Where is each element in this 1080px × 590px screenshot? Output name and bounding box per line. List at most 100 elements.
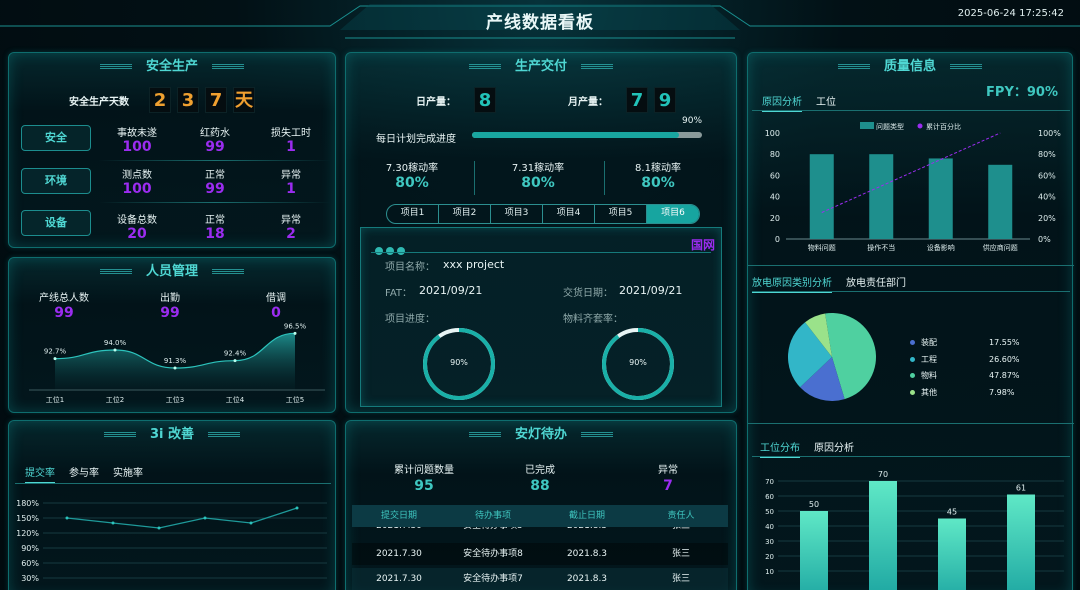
project-card: 国网 项目名称： xxx project FAT： 2021/09/21 交货日… [360, 227, 722, 407]
personnel-panel: 人员管理 产线总人数 99 出勤 99 借调 0 92.7% 工位1 94.0% 工位… [8, 257, 336, 413]
data-label: 96.5% [284, 322, 307, 330]
y-tick-label: 20 [765, 553, 774, 561]
data-point [53, 357, 57, 361]
x-tick-label: 工位4 [226, 395, 245, 404]
tab-implementation-rate[interactable]: 实施率 [113, 464, 143, 483]
y-tick-label: 40 [765, 523, 774, 531]
y-tick-label: 180% [16, 499, 39, 508]
table-row[interactable]: 2021.7.30 安全待办事项8 2021.8.3 张三 [352, 543, 728, 565]
tab-project-3[interactable]: 项目3 [491, 205, 543, 223]
tab-project-2[interactable]: 项目2 [439, 205, 491, 223]
project-progress-value: 90% [450, 358, 468, 367]
stat-label: 测点数 [122, 170, 152, 181]
digit: 8 [474, 87, 496, 113]
quality-panel: 质量信息 FPY：90% 原因分析 工位 100 100% 80 80% 60 60% 40… [747, 52, 1074, 590]
stat-label: 累计问题数量 [394, 465, 454, 476]
monthly-output-label: 月产量： [568, 97, 608, 108]
personnel-title: 人员管理 [9, 261, 335, 283]
bar [938, 518, 966, 590]
project-tabs: 项目1 项目2 项目3 项目4 项目5 项目6 [386, 204, 700, 224]
data-label: 91.3% [164, 357, 187, 365]
data-point [295, 506, 299, 510]
y-tick-label: 80 [770, 150, 780, 159]
bar [869, 481, 897, 590]
data-point [65, 516, 69, 520]
environment-row-button[interactable]: 环境 [21, 168, 91, 194]
monthly-output-counter: 79 [626, 87, 682, 113]
tab-project-4[interactable]: 项目4 [543, 205, 595, 223]
quality-pareto-chart: 100 100% 80 80% 60 60% 40 40% 20 20% 0 0% 问题类型 累计百分比物… [765, 122, 1061, 252]
station-bar-chart: 70 60 50 40 30 20 10 50 70 45 61 [765, 470, 1064, 590]
y-tick-label: 30 [765, 538, 774, 546]
stat-value: 7 [663, 478, 673, 494]
stat-label: 产线总人数 [39, 293, 89, 304]
legend-item: 装配 17.55% [910, 335, 1020, 352]
y2-tick-label: 20% [1038, 214, 1056, 223]
digit: 7 [205, 87, 227, 113]
x-tick-label: 物料问题 [808, 243, 836, 252]
tab-participation-rate[interactable]: 参与率 [69, 464, 99, 483]
stat-value: 99 [54, 305, 74, 321]
tab-project-1[interactable]: 项目1 [387, 205, 439, 223]
stat-value: 99 [205, 181, 225, 197]
legend-item: 工程 26.60% [910, 352, 1020, 369]
stat-value: 18 [205, 226, 225, 242]
y-tick-label: 60 [765, 493, 774, 501]
plan-progress-label: 每日计划完成进度 [376, 134, 456, 145]
legend-swatch [917, 123, 923, 129]
data-point [157, 526, 161, 530]
equipment-row-button[interactable]: 设备 [21, 210, 91, 236]
andon-title: 安灯待办 [346, 424, 736, 446]
project-badge: 国网 [690, 238, 715, 252]
delivery-title: 生产交付 [346, 56, 736, 78]
y-tick-label: 120% [16, 529, 39, 538]
stat-value: 88 [530, 478, 550, 494]
bar [869, 154, 894, 239]
digit: 3 [177, 87, 199, 113]
stat-label: 事故未遂 [117, 128, 157, 139]
legend-label: 累计百分比 [926, 122, 961, 131]
data-label: 50 [809, 500, 819, 509]
cumulative-line [821, 132, 1001, 213]
bar [928, 158, 953, 239]
digit: 9 [654, 87, 676, 113]
bar [1007, 494, 1035, 590]
data-label: 45 [947, 508, 957, 517]
material-rate-label: 物料齐套率： [563, 314, 623, 325]
stat-value: 1 [286, 181, 296, 197]
x-tick-label: 工位2 [106, 395, 124, 404]
tab-submit-rate[interactable]: 提交率 [25, 464, 55, 483]
improvement-title: 3i 改善 [9, 424, 335, 446]
rate-value: 80% [641, 175, 675, 191]
x-tick-label: 工位1 [46, 395, 64, 404]
material-rate-value: 90% [629, 358, 647, 367]
safety-title: 安全生产 [9, 56, 335, 78]
safety-row-button[interactable]: 安全 [21, 125, 91, 151]
tab-project-5[interactable]: 项目5 [595, 205, 647, 223]
rate-value: 80% [521, 175, 555, 191]
header: 产线数据看板 2025-06-24 17:25:42 [0, 0, 1080, 40]
data-point [233, 359, 237, 363]
stat-label: 异常 [658, 465, 678, 476]
stat-label: 已完成 [525, 465, 555, 476]
stat-value: 95 [414, 478, 434, 494]
stat-value: 20 [127, 226, 147, 242]
stat-label: 借调 [266, 293, 286, 304]
stat-value: 2 [286, 226, 296, 242]
digit: 2 [149, 87, 171, 113]
y-tick-label: 40 [770, 193, 780, 202]
attendance-area-chart: 92.7% 工位1 94.0% 工位2 91.3% 工位3 92.4% 工位4 96.5% 工位5 [29, 322, 325, 404]
table-row[interactable]: 2021.7.30 安全待办事项7 2021.8.3 张三 [352, 568, 728, 590]
y-tick-label: 60 [770, 171, 780, 180]
y2-tick-label: 100% [1038, 129, 1061, 138]
tab-project-6[interactable]: 项目6 [647, 205, 699, 223]
stat-label: 出勤 [160, 293, 180, 304]
plan-progress-fill [472, 132, 679, 138]
daily-output-counter: 8 [474, 87, 502, 113]
y-tick-label: 90% [21, 544, 39, 553]
data-label: 92.4% [224, 350, 247, 358]
x-tick-label: 工位3 [166, 395, 184, 404]
y2-tick-label: 80% [1038, 150, 1056, 159]
stat-label: 异常 [281, 170, 301, 181]
y-tick-label: 30% [21, 574, 39, 583]
